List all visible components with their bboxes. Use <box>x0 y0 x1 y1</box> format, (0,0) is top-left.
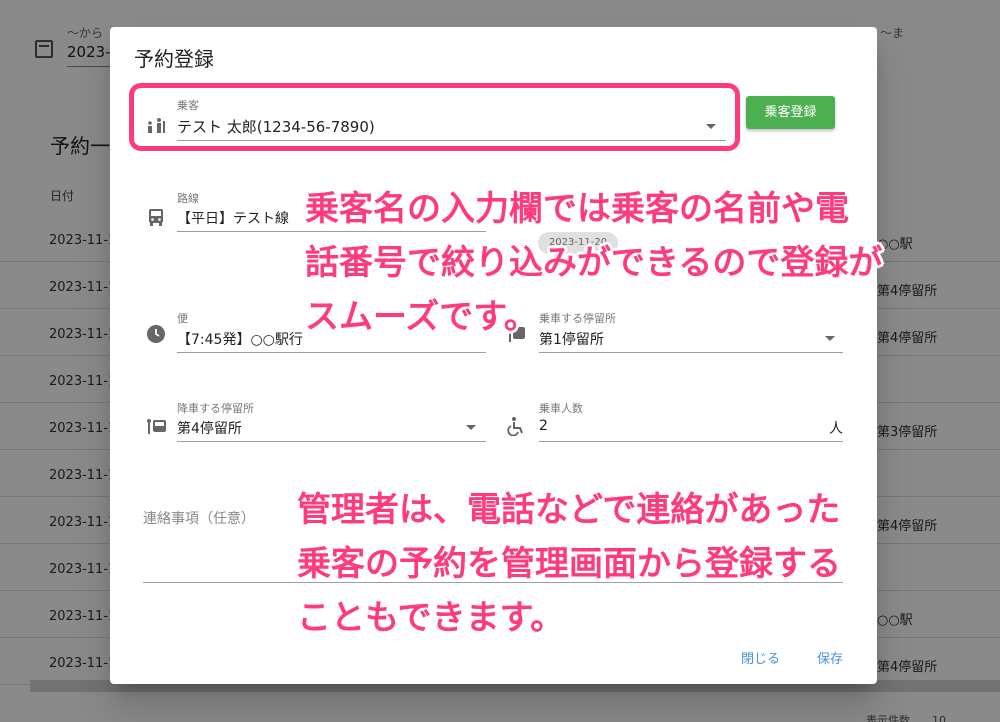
chevron-down-icon[interactable] <box>466 425 476 430</box>
passenger-count-field[interactable]: 乗車人数 2 人 <box>507 400 843 445</box>
alighting-stop-select[interactable]: 降車する停留所 第4停留所 <box>146 400 486 445</box>
passenger-count-underline <box>539 441 843 442</box>
annotation-top-line-2: 話番号で絞り込みができるので登録が <box>305 243 883 283</box>
close-button[interactable]: 閉じる <box>741 648 780 667</box>
trip-underline <box>177 352 486 353</box>
passenger-highlight-frame <box>129 83 740 151</box>
trip-label: 便 <box>177 312 188 325</box>
notes-label[interactable]: 連絡事項（任意） <box>143 508 255 528</box>
alighting-stop-label: 降車する停留所 <box>177 402 254 415</box>
register-passenger-button[interactable]: 乗客登録 <box>746 96 835 129</box>
passenger-count-unit: 人 <box>829 421 843 437</box>
route-value: 【平日】テスト線 <box>177 211 289 227</box>
annotation-bottom: 管理者は、電話などで連絡があった 乗客の予約を管理画面から登録する こともできま… <box>297 483 841 645</box>
wheelchair-icon <box>507 416 529 438</box>
passenger-count-value[interactable]: 2 <box>539 418 548 434</box>
trip-value: 【7:45発】○○駅行 <box>177 332 303 348</box>
annotation-bottom-line-3: こともできます。 <box>297 598 565 638</box>
annotation-bottom-line-1: 管理者は、電話などで連絡があった <box>297 490 841 530</box>
alighting-stop-underline <box>177 441 486 442</box>
annotation-bottom-line-2: 乗客の予約を管理画面から登録する <box>297 544 841 584</box>
bus-icon <box>146 207 168 229</box>
bus-stop-icon <box>146 416 168 438</box>
passenger-count-label: 乗車人数 <box>539 402 583 415</box>
annotation-top-line-1: 乗客名の入力欄では乗客の名前や電 <box>305 189 849 229</box>
route-label: 路線 <box>177 192 199 205</box>
dialog-title: 予約登録 <box>134 47 214 71</box>
save-button[interactable]: 保存 <box>817 648 843 667</box>
alighting-stop-value: 第4停留所 <box>177 421 242 437</box>
boarding-stop-underline <box>539 352 843 353</box>
annotation-top-line-3: スムーズです。 <box>305 297 538 337</box>
clock-icon <box>146 324 168 346</box>
annotation-top: 乗客名の入力欄では乗客の名前や電 話番号で絞り込みができるので登録が スムーズで… <box>305 182 882 344</box>
